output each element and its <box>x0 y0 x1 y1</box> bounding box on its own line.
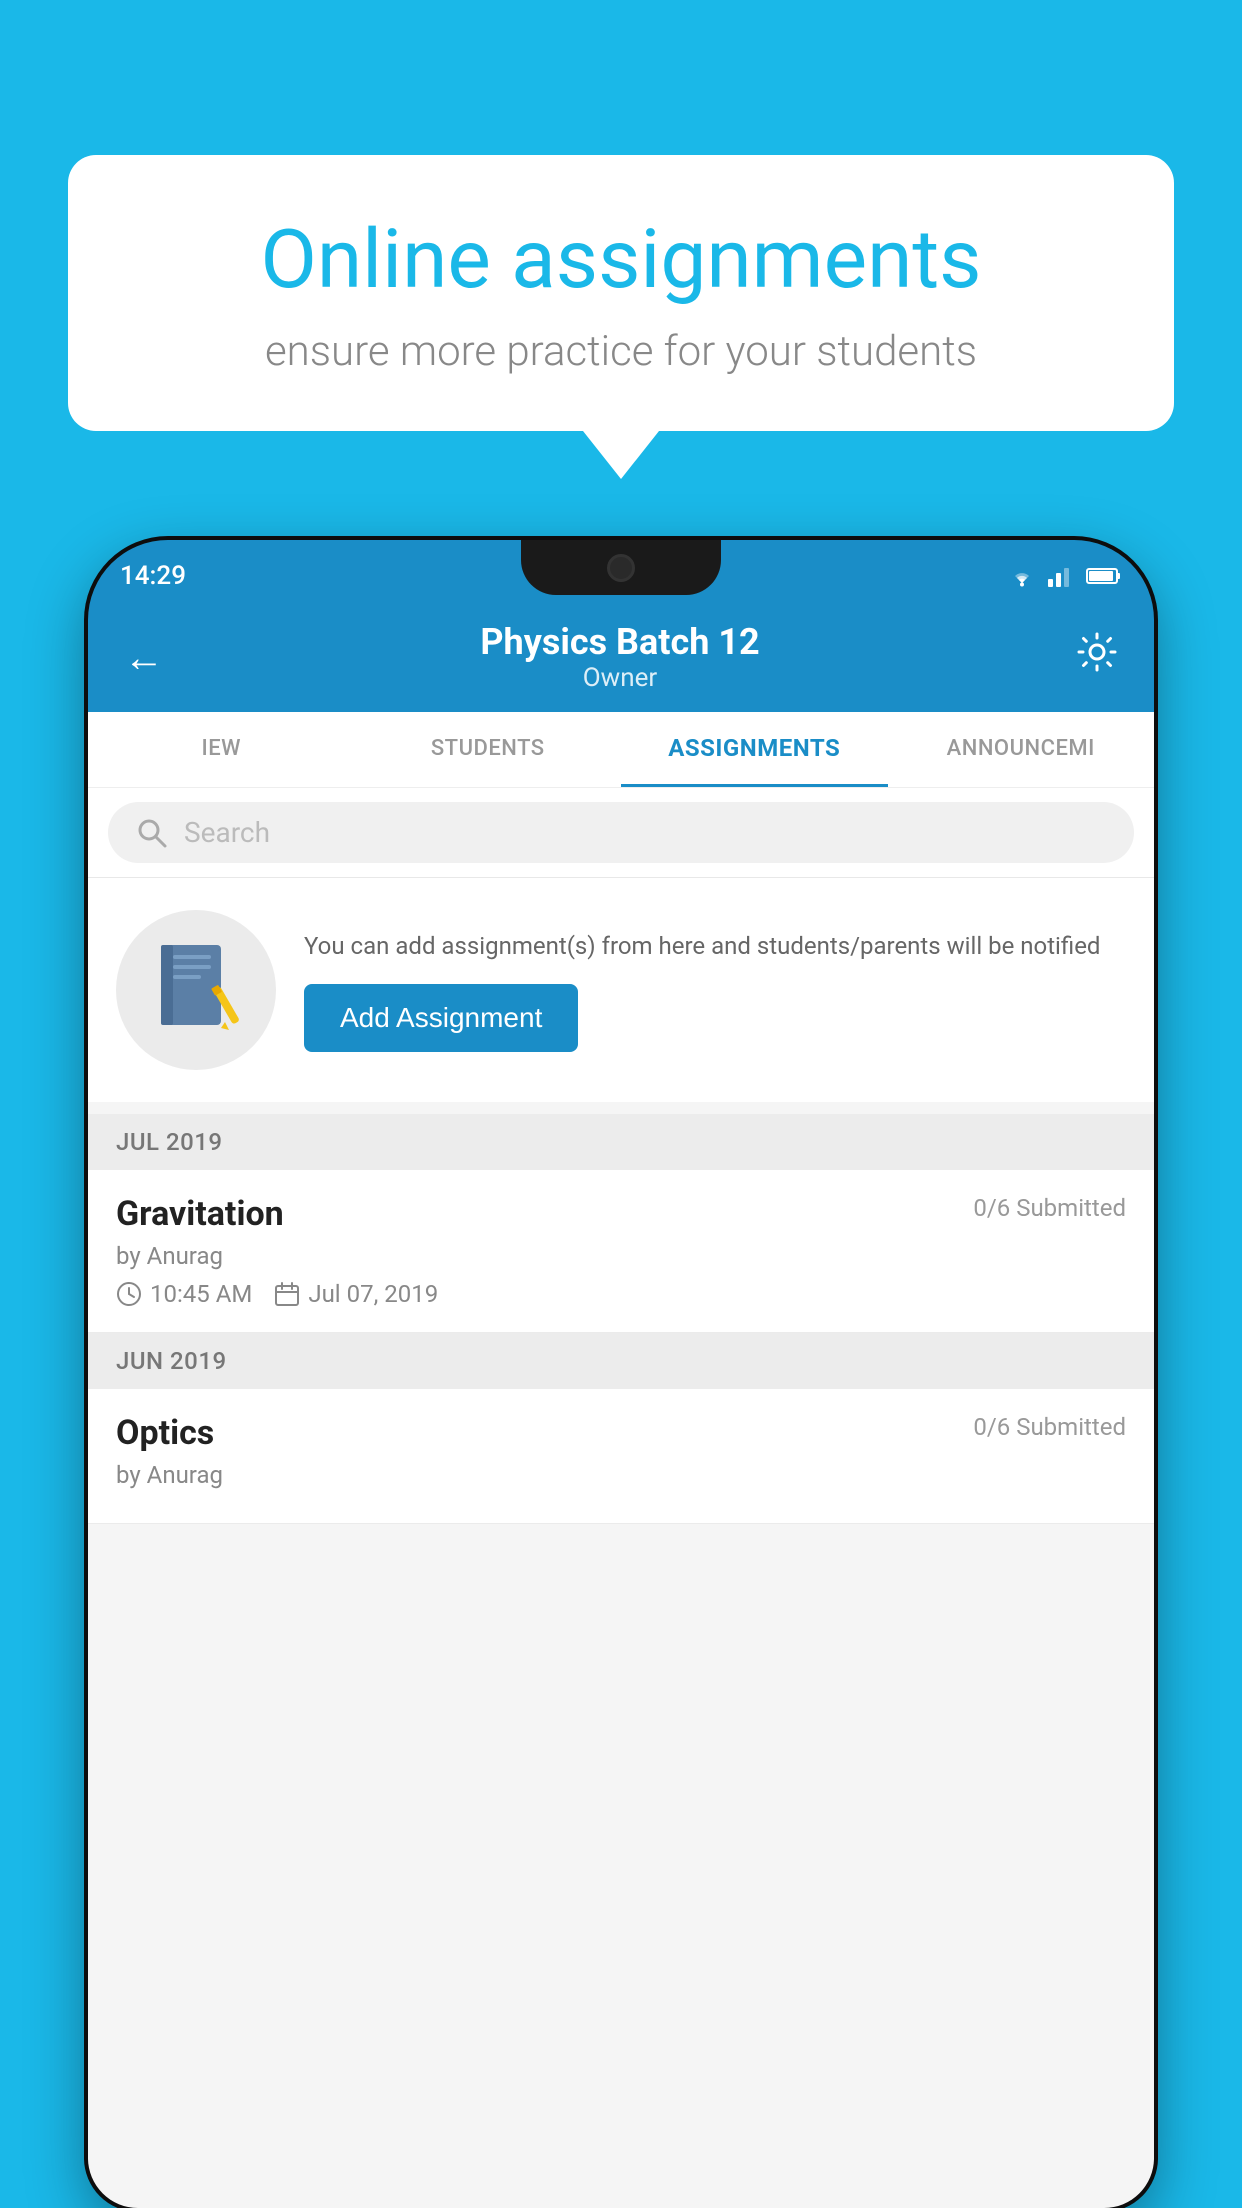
month-label-jun: JUN 2019 <box>116 1347 227 1375</box>
header-title-area: Physics Batch 12 Owner <box>164 621 1076 693</box>
signal-icon <box>1048 565 1076 587</box>
promo-description: You can add assignment(s) from here and … <box>304 928 1126 964</box>
tab-assignments[interactable]: ASSIGNMENTS <box>621 712 888 787</box>
search-bar[interactable]: Search <box>108 802 1134 863</box>
search-icon <box>136 817 168 849</box>
back-button[interactable]: ← <box>124 634 164 681</box>
search-placeholder: Search <box>184 816 270 849</box>
assignment-submitted-optics: 0/6 Submitted <box>973 1413 1126 1441</box>
calendar-icon <box>274 1281 300 1307</box>
status-icons <box>1006 565 1122 587</box>
speech-bubble: Online assignments ensure more practice … <box>68 155 1174 431</box>
speech-bubble-pointer <box>583 431 659 479</box>
wifi-icon <box>1006 565 1038 587</box>
front-camera <box>607 554 635 582</box>
header-subtitle: Owner <box>164 663 1076 693</box>
notebook-icon <box>151 940 241 1040</box>
assignment-author-optics: by Anurag <box>116 1461 1126 1489</box>
assignment-date-text: Jul 07, 2019 <box>308 1280 438 1308</box>
assignment-item-optics[interactable]: Optics 0/6 Submitted by Anurag <box>88 1389 1154 1524</box>
assignment-time: 10:45 AM <box>116 1280 252 1308</box>
assignment-submitted: 0/6 Submitted <box>973 1194 1126 1222</box>
tab-iew[interactable]: IEW <box>88 712 355 787</box>
add-assignment-button[interactable]: Add Assignment <box>304 984 578 1052</box>
month-header-jul: JUL 2019 <box>88 1114 1154 1170</box>
assignment-datetime: 10:45 AM Jul 07, 2019 <box>116 1280 1126 1308</box>
phone-frame: 14:29 <box>88 540 1154 2208</box>
battery-icon <box>1086 566 1122 586</box>
tab-announcements[interactable]: ANNOUNCEMI <box>888 712 1155 787</box>
month-header-jun: JUN 2019 <box>88 1333 1154 1389</box>
assignment-name: Gravitation <box>116 1194 284 1234</box>
search-bar-container: Search <box>88 788 1154 878</box>
assignment-author: by Anurag <box>116 1242 1126 1270</box>
phone-notch <box>521 540 721 595</box>
promo-icon-circle <box>116 910 276 1070</box>
app-header: ← Physics Batch 12 Owner <box>88 602 1154 712</box>
assignment-top-row: Gravitation 0/6 Submitted <box>116 1194 1126 1234</box>
assignment-date: Jul 07, 2019 <box>274 1280 438 1308</box>
phone-content: Search <box>88 788 1154 2208</box>
clock-icon <box>116 1281 142 1307</box>
speech-bubble-container: Online assignments ensure more practice … <box>68 155 1174 479</box>
promo-content: You can add assignment(s) from here and … <box>304 928 1126 1052</box>
month-label-jul: JUL 2019 <box>116 1128 223 1156</box>
add-assignment-promo: You can add assignment(s) from here and … <box>88 878 1154 1102</box>
status-time: 14:29 <box>120 561 186 591</box>
phone-screen: 14:29 <box>88 540 1154 2208</box>
assignment-item-gravitation[interactable]: Gravitation 0/6 Submitted by Anurag 10:4… <box>88 1170 1154 1333</box>
tab-bar: IEW STUDENTS ASSIGNMENTS ANNOUNCEMI <box>88 712 1154 788</box>
header-title: Physics Batch 12 <box>164 621 1076 663</box>
speech-bubble-subtitle: ensure more practice for your students <box>148 327 1094 376</box>
speech-bubble-title: Online assignments <box>148 215 1094 305</box>
tab-students[interactable]: STUDENTS <box>355 712 622 787</box>
assignment-top-row-optics: Optics 0/6 Submitted <box>116 1413 1126 1453</box>
settings-button[interactable] <box>1076 631 1118 683</box>
assignment-time-text: 10:45 AM <box>150 1280 252 1308</box>
assignment-name-optics: Optics <box>116 1413 214 1453</box>
